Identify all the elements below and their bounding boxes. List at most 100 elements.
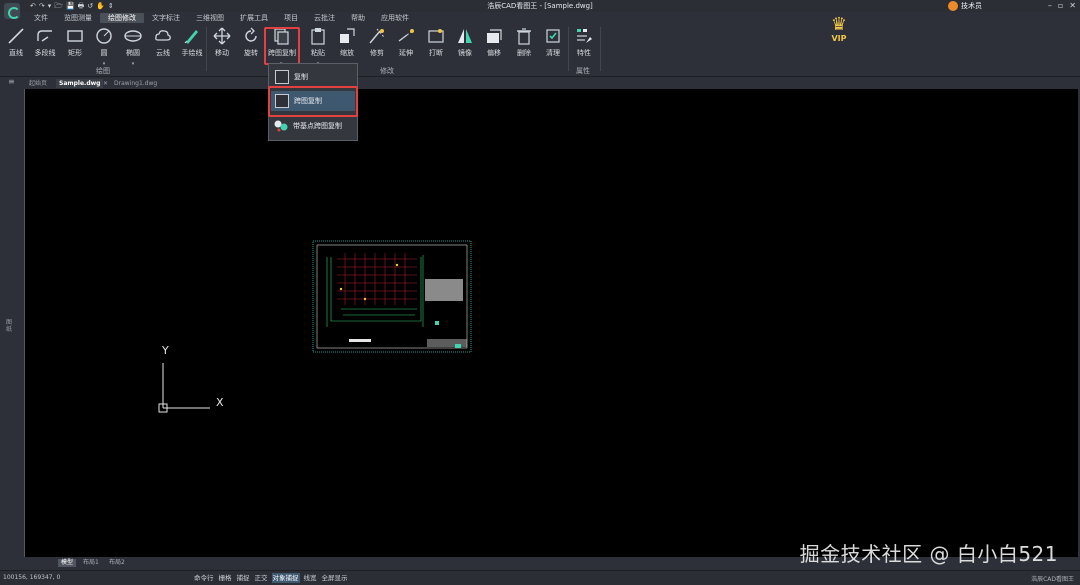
polyline-icon [37, 30, 52, 42]
close-icon[interactable]: ✕ [103, 80, 108, 87]
tool-ellipse-label: 椭圆 [126, 49, 140, 57]
ribbon: 直线 多段线 矩形 圆 ▾ 椭圆 ▾ 云线 手绘线 绘图 移动 旋转 跨图复制 … [0, 23, 1080, 77]
user-account[interactable]: 技术员 [948, 0, 982, 12]
menu-bar: 文件 览图测量 绘图修改 文字标注 三维视图 扩展工具 项目 云批注 帮助 应用… [26, 13, 417, 23]
tool-break-label: 打断 [429, 49, 443, 57]
rectangle-icon [67, 30, 83, 42]
close-button[interactable]: ✕ [1069, 0, 1076, 11]
watermark: 掘金技术社区 @ 白小白521 [799, 542, 1058, 566]
tool-rotate[interactable]: 旋转 [238, 27, 264, 61]
menu-3d-view[interactable]: 三维视图 [188, 13, 232, 23]
ucs-axis-icon [158, 363, 210, 413]
tool-scale-label: 缩放 [340, 49, 354, 57]
menu-help[interactable]: 帮助 [343, 13, 373, 23]
tool-properties-label: 特性 [577, 49, 591, 57]
ribbon-separator [568, 27, 569, 71]
tool-mirror[interactable]: 镜像 [452, 27, 478, 61]
tool-circle-label: 圆 [100, 49, 108, 57]
tool-move-label: 移动 [215, 49, 229, 57]
pen-icon [184, 30, 198, 44]
extend-icon [398, 29, 414, 42]
menu-draw-modify[interactable]: 绘图修改 [100, 13, 144, 23]
ribbon-separator [600, 27, 601, 71]
tool-circle[interactable]: 圆 ▾ [91, 27, 117, 67]
ellipse-icon [124, 30, 142, 42]
toggle-ortho[interactable]: 正交 [254, 573, 269, 583]
tool-offset[interactable]: 偏移 [481, 27, 507, 61]
tool-extend[interactable]: 延伸 [393, 27, 419, 61]
cloud-icon [155, 30, 171, 41]
line-icon [8, 28, 24, 44]
tab-start-page[interactable]: 起始页 [26, 79, 50, 88]
menu-file[interactable]: 文件 [26, 13, 56, 23]
tool-polyline[interactable]: 多段线 [32, 27, 58, 61]
tool-line-label: 直线 [9, 49, 23, 57]
y-axis-label: Y [162, 344, 169, 357]
tool-freehand[interactable]: 手绘线 [179, 27, 205, 61]
purge-icon [546, 29, 560, 43]
tab-layout2[interactable]: 布局2 [106, 559, 128, 567]
rotate-icon [245, 27, 257, 42]
menu-apps[interactable]: 应用软件 [373, 13, 417, 23]
tool-offset-label: 偏移 [487, 49, 501, 57]
toggle-command-line[interactable]: 命令行 [193, 573, 215, 583]
tool-break[interactable]: 打断 [423, 27, 449, 61]
menu-view-measure[interactable]: 览图测量 [56, 13, 100, 23]
copy-icon [275, 70, 289, 84]
toggle-object-snap[interactable]: 对象捕捉 [271, 573, 300, 583]
menu-project[interactable]: 项目 [276, 13, 306, 23]
tool-properties[interactable]: 特性 [571, 27, 597, 61]
tool-move[interactable]: 移动 [209, 27, 235, 61]
menu-text-dim[interactable]: 文字标注 [144, 13, 188, 23]
tab-drawing1-dwg[interactable]: Drawing1.dwg [111, 79, 160, 88]
tool-purge-label: 清理 [546, 49, 560, 57]
drawing-canvas[interactable] [24, 89, 1078, 557]
dropdown-item-copy[interactable]: 复制 [271, 67, 355, 87]
menu-ext-tools[interactable]: 扩展工具 [232, 13, 276, 23]
coordinate-readout: 100156, 169347, 0 [3, 574, 61, 581]
circle-icon [96, 28, 112, 44]
toggle-grid[interactable]: 栅格 [218, 573, 233, 583]
group-modify-label: 修改 [380, 67, 394, 75]
tool-paste[interactable]: 粘贴 ▾ [305, 27, 331, 67]
tool-polyline-label: 多段线 [34, 49, 56, 57]
status-toggles: 命令行 栅格 捕捉 正交 对象捕捉 线宽 全屏显示 [193, 573, 349, 583]
tab-model[interactable]: 模型 [58, 559, 77, 567]
tool-extend-label: 延伸 [399, 49, 413, 57]
menu-cloud-annotate[interactable]: 云批注 [306, 13, 343, 23]
window-title: 浩辰CAD看图王 - [Sample.dwg] [487, 2, 593, 10]
crown-icon: ♛ [830, 14, 848, 35]
toggle-fullscreen[interactable]: 全屏显示 [321, 573, 349, 583]
toggle-snap[interactable]: 捕捉 [236, 573, 251, 583]
tool-line[interactable]: 直线 [3, 27, 29, 61]
document-tabs: ≡ 起始页 Sample.dwg ✕ Drawing1.dwg [0, 77, 1080, 89]
tool-scale[interactable]: 缩放 [334, 27, 360, 61]
break-icon [428, 29, 444, 43]
tab-layout1[interactable]: 布局1 [80, 559, 102, 567]
window-controls: – ▫ ✕ [1048, 0, 1076, 11]
tool-delete[interactable]: 删除 [511, 27, 537, 61]
tool-rectangle-label: 矩形 [68, 49, 82, 57]
minimize-button[interactable]: – [1048, 0, 1052, 11]
tool-trim[interactable]: 修剪 [364, 27, 390, 61]
vip-badge[interactable]: ♛ VIP [822, 16, 856, 56]
toggle-lineweight[interactable]: 线宽 [303, 573, 318, 583]
tab-list-icon[interactable]: ≡ [8, 77, 15, 86]
tool-delete-label: 删除 [517, 49, 531, 57]
tool-rectangle[interactable]: 矩形 [62, 27, 88, 61]
tool-ellipse[interactable]: 椭圆 ▾ [120, 27, 146, 67]
tab-sample-dwg[interactable]: Sample.dwg [56, 79, 104, 88]
chevron-down-icon[interactable]: ▾ [120, 61, 146, 67]
tool-purge[interactable]: 清理 [540, 27, 566, 61]
dropdown-item-base-copy[interactable]: 带基点跨图复制 [271, 116, 355, 136]
group-props-label: 属性 [576, 67, 590, 75]
maximize-button[interactable]: ▫ [1058, 0, 1063, 11]
properties-icon [577, 29, 592, 43]
drawing-sheet[interactable] [312, 240, 472, 353]
drawings-panel-label[interactable]: 图纸 [6, 319, 14, 333]
trash-icon [517, 28, 531, 45]
trim-icon [369, 28, 385, 44]
tool-revcloud[interactable]: 云线 [150, 27, 176, 61]
tool-revcloud-label: 云线 [156, 49, 170, 57]
dropdown-item-copy-label: 复制 [294, 73, 308, 81]
